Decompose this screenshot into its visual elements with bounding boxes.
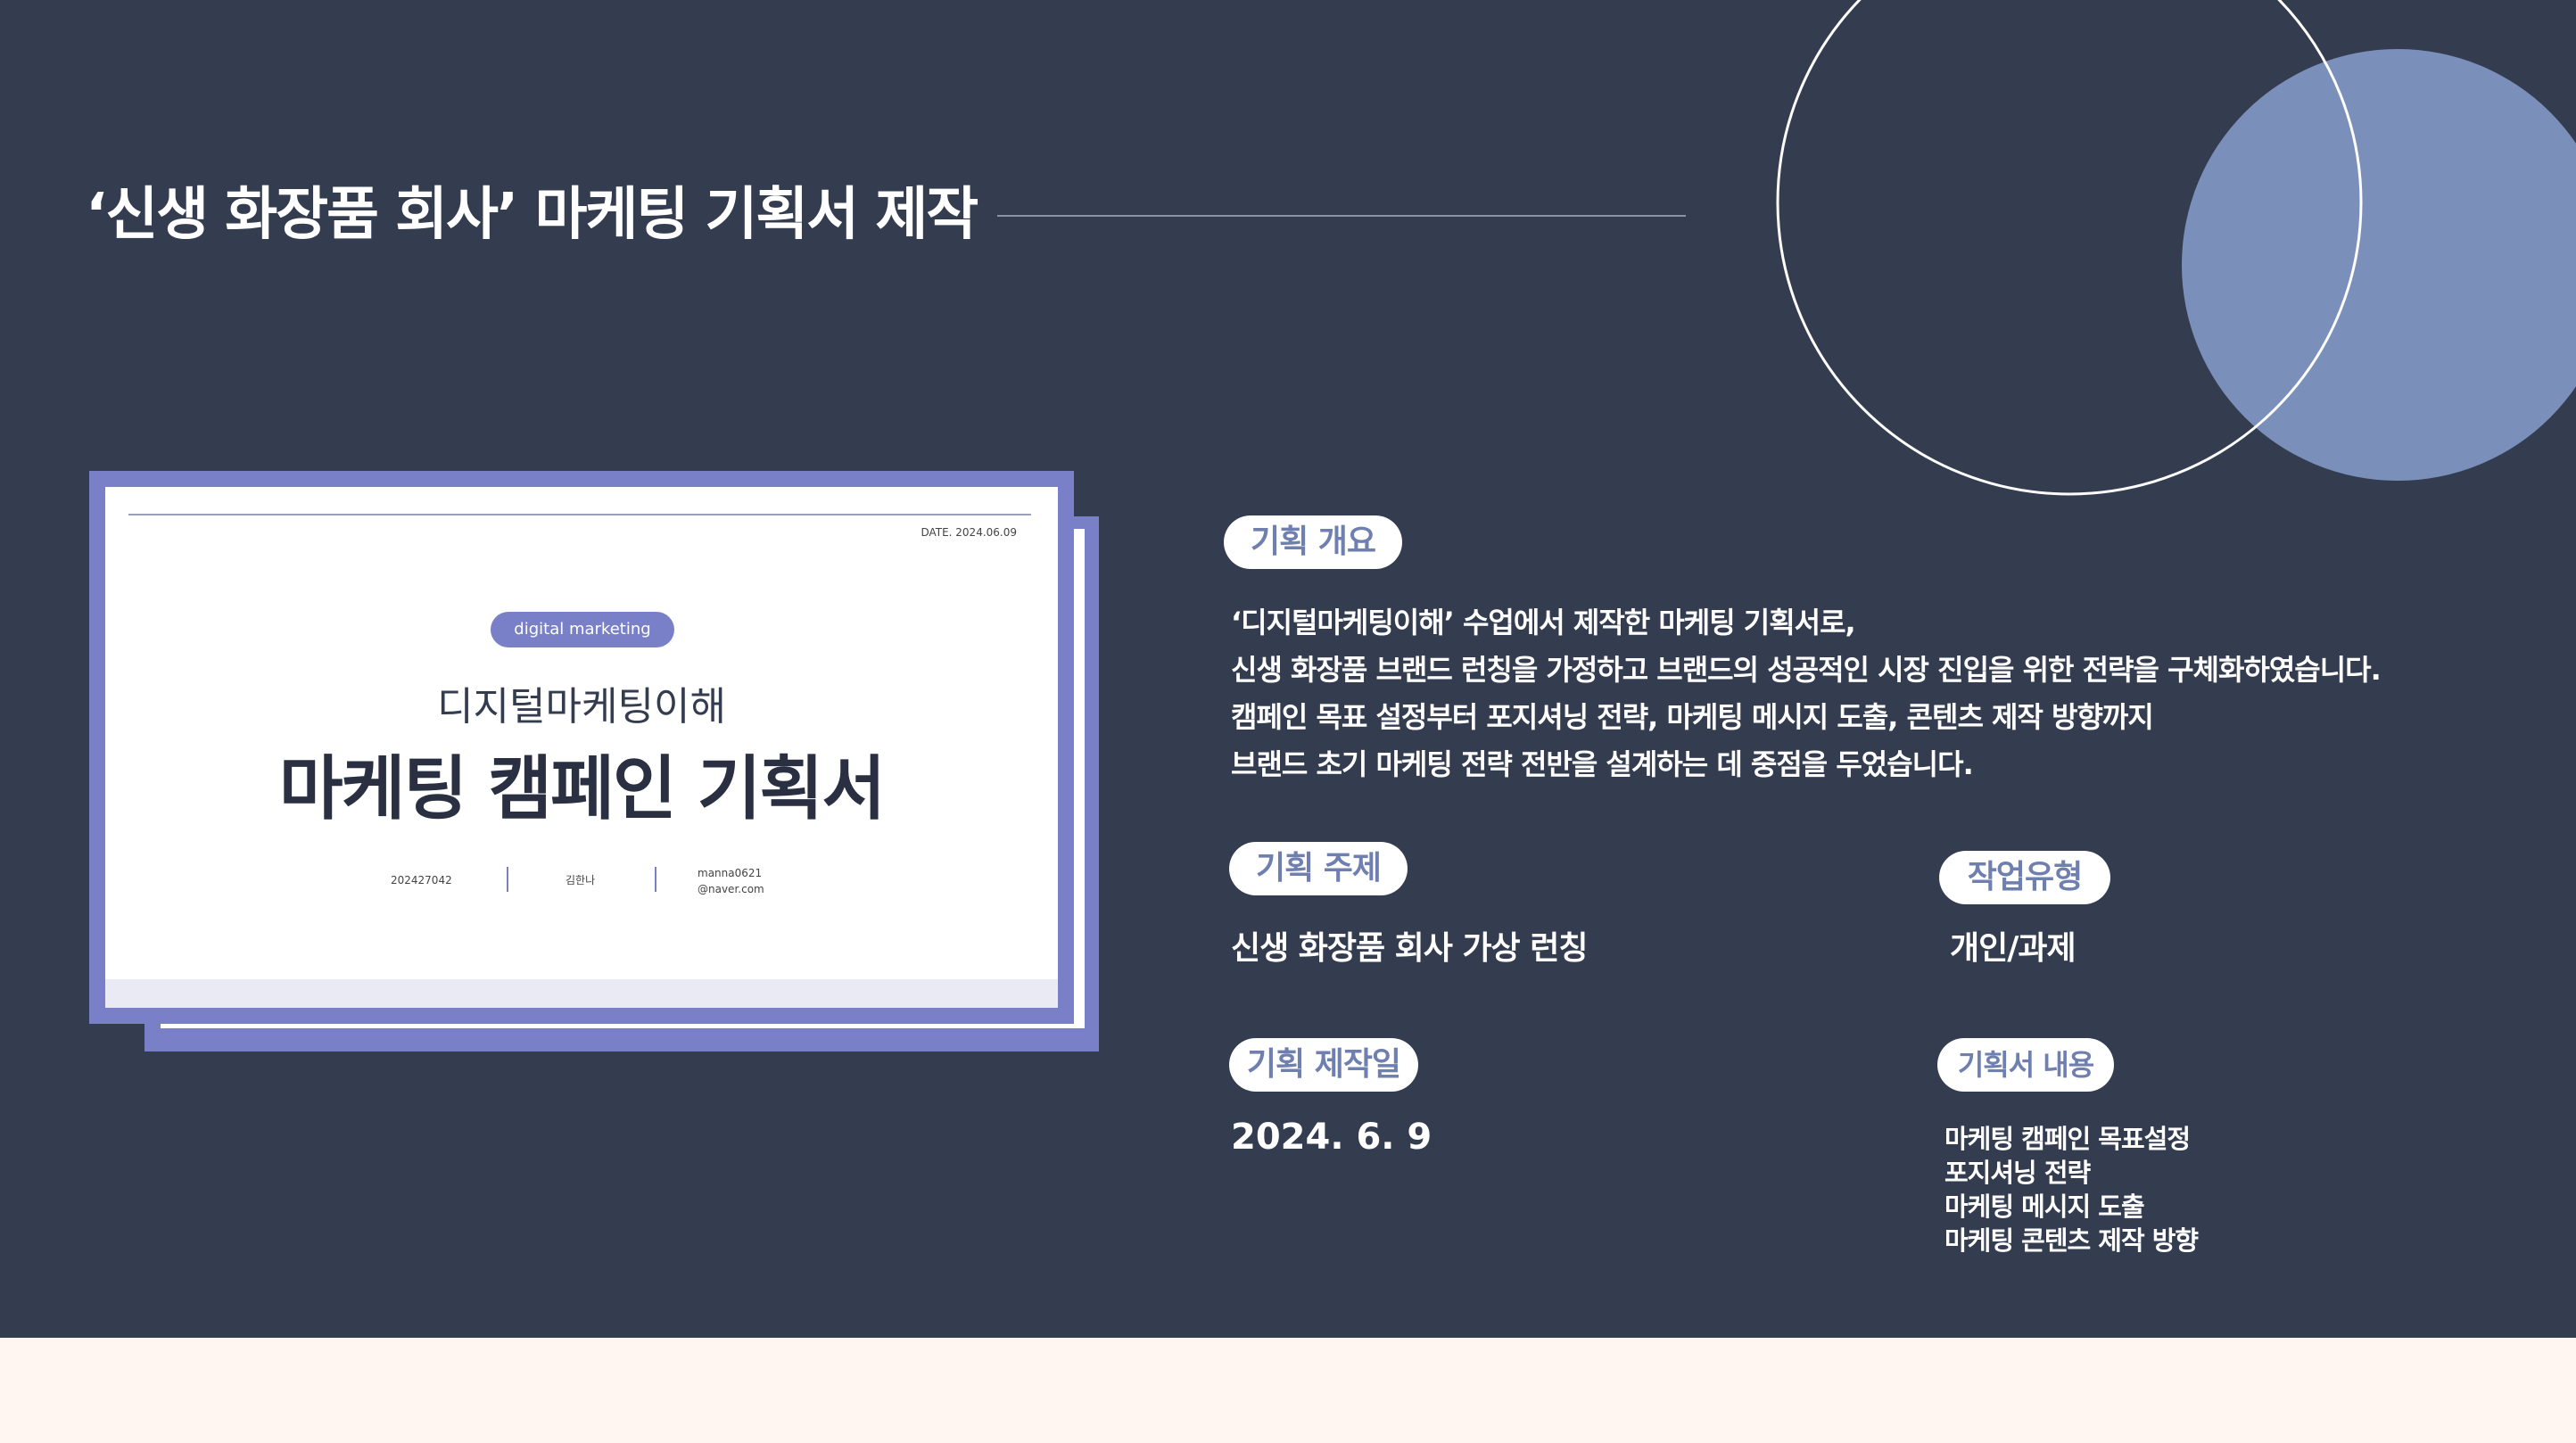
preview-name: 김한나 (566, 874, 596, 886)
list-item: 마케팅 콘텐츠 제작 방향 (1944, 1225, 2199, 1256)
overview-text: ‘디지털마케팅이해’ 수업에서 제작한 마케팅 기획서로, 신생 화장품 브랜드… (1231, 599, 2382, 788)
date-label: 기획 제작일 (1229, 1038, 1418, 1092)
preview-card: DATE. 2024.06.09 digital marketing 디지털마케… (89, 471, 1074, 1024)
preview-date: DATE. 2024.06.09 (921, 526, 1017, 539)
overview-line: 캠페인 목표 설정부터 포지셔닝 전략, 마케팅 메시지 도출, 콘텐츠 제작 … (1231, 700, 2154, 734)
slide-background: ‘신생 화장품 회사’ 마케팅 기획서 제작 DATE. 2024.06.09 … (0, 0, 2576, 1338)
list-item: 마케팅 메시지 도출 (1944, 1192, 2145, 1222)
contents-label: 기획서 내용 (1937, 1038, 2114, 1092)
preview-card-page: DATE. 2024.06.09 digital marketing 디지털마케… (105, 487, 1058, 1008)
overview-label: 기획 개요 (1224, 515, 1402, 569)
overview-line: ‘디지털마케팅이해’ 수업에서 제작한 마케팅 기획서로, (1231, 606, 1856, 639)
preview-subtitle: 디지털마케팅이해 (437, 684, 726, 730)
overview-line: 브랜드 초기 마케팅 전략 전반을 설계하는 데 중점을 두었습니다. (1231, 747, 1974, 781)
preview-separator (655, 867, 656, 892)
decorative-circles (1776, 0, 2576, 496)
work-type-label: 작업유형 (1939, 851, 2110, 904)
date-value: 2024. 6. 9 (1231, 1117, 1432, 1158)
filled-circle-decoration (2182, 49, 2576, 481)
preview-top-line (128, 514, 1031, 515)
list-item: 마케팅 캠페인 목표설정 (1944, 1124, 2191, 1154)
overview-line: 신생 화장품 브랜드 런칭을 가정하고 브랜드의 성공적인 시장 진입을 위한 … (1231, 653, 2382, 687)
contents-list: 마케팅 캠페인 목표설정 포지셔닝 전략 마케팅 메시지 도출 마케팅 콘텐츠 … (1944, 1122, 2199, 1257)
topic-label: 기획 주제 (1229, 842, 1408, 895)
title-divider (997, 215, 1686, 217)
page-title: ‘신생 화장품 회사’ 마케팅 기획서 제작 (86, 182, 978, 248)
bottom-band (0, 1338, 2576, 1443)
list-item: 포지셔닝 전략 (1944, 1158, 2091, 1188)
preview-student-id: 202427042 (391, 874, 452, 886)
work-type-value: 개인/과제 (1950, 930, 2076, 967)
topic-value: 신생 화장품 회사 가상 런칭 (1231, 930, 1588, 967)
preview-tag: digital marketing (491, 612, 674, 647)
preview-separator (507, 867, 508, 892)
preview-email: manna0621 @naver.com (698, 867, 764, 895)
preview-title: 마케팅 캠페인 기획서 (278, 749, 886, 829)
preview-footer-band (105, 979, 1058, 1008)
